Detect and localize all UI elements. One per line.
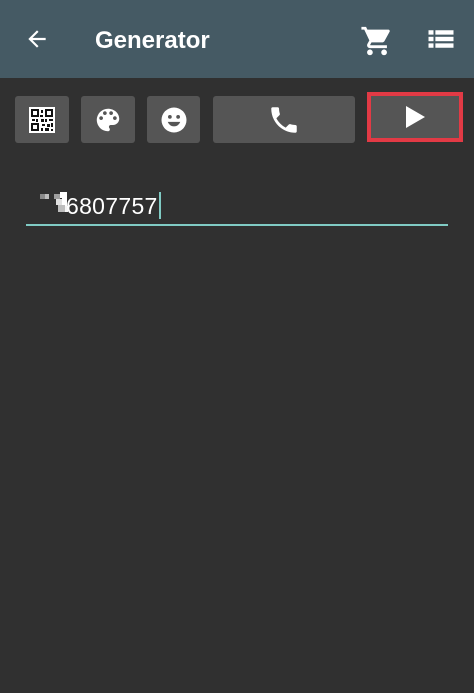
phone-number-value: 6807757 bbox=[66, 192, 161, 219]
input-underline bbox=[26, 224, 448, 226]
phone-button[interactable] bbox=[213, 96, 355, 143]
phone-number-text: 6807757 bbox=[66, 193, 158, 219]
menu-list-button[interactable] bbox=[426, 24, 458, 56]
emoji-button[interactable] bbox=[147, 96, 200, 143]
play-icon bbox=[406, 106, 425, 128]
play-button[interactable] bbox=[367, 92, 463, 142]
text-cursor bbox=[158, 192, 161, 219]
qr-code-button[interactable] bbox=[15, 96, 69, 143]
back-button[interactable] bbox=[20, 22, 54, 56]
app-bar: Generator bbox=[0, 0, 474, 78]
phone-icon bbox=[271, 106, 297, 133]
app-root: Generator 6807757 bbox=[0, 0, 474, 693]
color-palette-button[interactable] bbox=[81, 96, 135, 143]
list-icon bbox=[428, 30, 454, 48]
shopping-cart-icon bbox=[361, 26, 390, 56]
arrow-left-icon bbox=[28, 30, 46, 48]
page-title: Generator bbox=[95, 27, 210, 54]
qr-code-icon bbox=[29, 106, 55, 133]
cart-button[interactable] bbox=[360, 24, 396, 58]
redacted-prefix bbox=[40, 192, 68, 212]
palette-icon bbox=[96, 108, 120, 131]
phone-number-field[interactable]: 6807757 bbox=[26, 178, 448, 226]
smiley-icon bbox=[161, 107, 186, 132]
